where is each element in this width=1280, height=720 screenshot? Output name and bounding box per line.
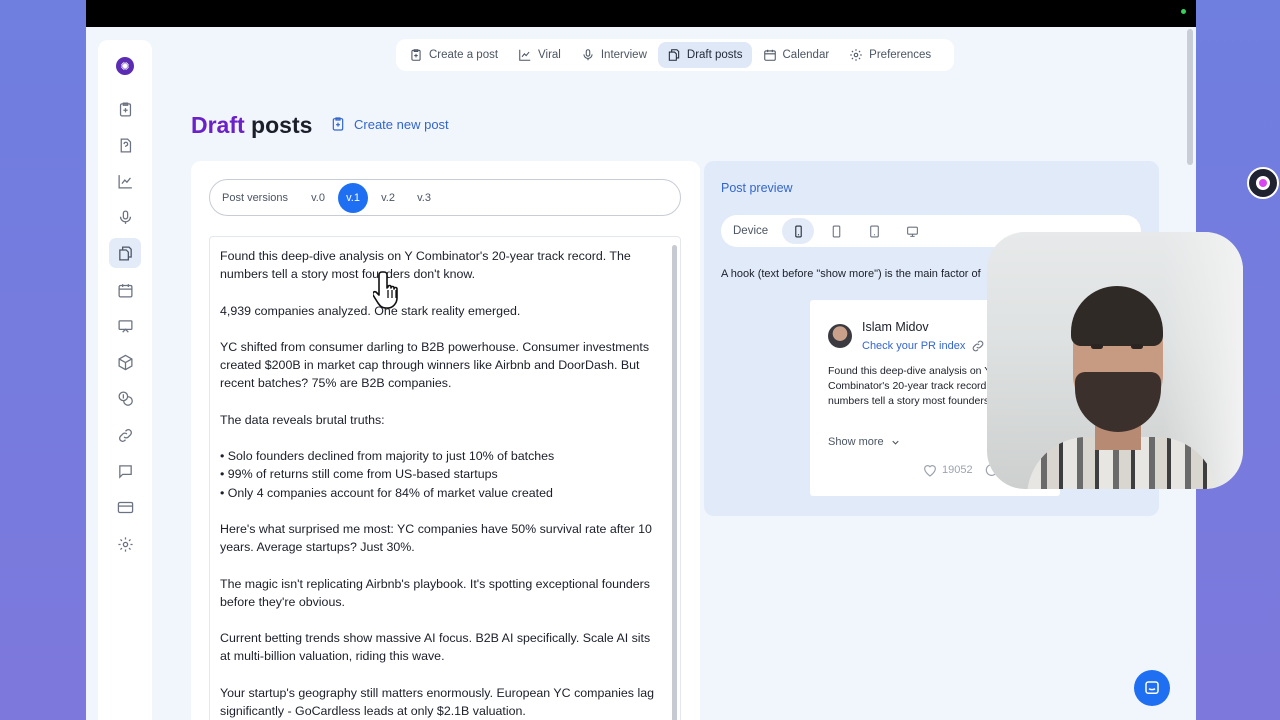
browser-extension-icon[interactable] bbox=[1247, 167, 1279, 199]
post-versions-label: Post versions bbox=[222, 191, 289, 204]
gear-icon bbox=[850, 49, 863, 61]
clipboard-plus-icon bbox=[332, 117, 344, 131]
tab-interview[interactable]: Interview bbox=[572, 42, 656, 68]
page-title-accent: Draft bbox=[191, 112, 245, 138]
page-scrollbar[interactable] bbox=[1187, 29, 1193, 165]
clipboard-plus-icon bbox=[411, 49, 421, 61]
draft-paragraph: The magic isn't replicating Airbnb's pla… bbox=[220, 576, 650, 609]
tab-create-a-post[interactable]: Create a post bbox=[400, 42, 507, 68]
tab-label: Preferences bbox=[869, 49, 932, 61]
webcam-eye bbox=[1091, 344, 1103, 349]
webcam-beard bbox=[1075, 372, 1161, 432]
tab-label: Calendar bbox=[782, 49, 830, 61]
chart-line-icon bbox=[519, 49, 531, 61]
top-black-bar bbox=[86, 0, 1196, 27]
heart-icon bbox=[924, 465, 936, 477]
webcam-hair bbox=[1071, 286, 1163, 346]
sidebar-cube-icon[interactable] bbox=[109, 347, 141, 377]
avatar bbox=[828, 324, 852, 348]
chat-bubble-icon bbox=[1145, 681, 1159, 694]
webcam-eye bbox=[1131, 344, 1143, 349]
tab-label: Draft posts bbox=[686, 49, 743, 61]
draft-paragraph: YC shifted from consumer darling to B2B … bbox=[220, 339, 650, 391]
tab-draft-posts[interactable]: Draft posts bbox=[657, 42, 752, 68]
device-phone-large-icon[interactable] bbox=[820, 218, 852, 244]
sidebar-create-post-icon[interactable] bbox=[109, 94, 141, 124]
device-phone-icon[interactable] bbox=[782, 218, 815, 244]
draft-paragraph: Your startup's geography still matters e… bbox=[220, 685, 654, 718]
hook-hint-text: A hook (text before "show more") is the … bbox=[721, 268, 981, 280]
sidebar-microphone-icon[interactable] bbox=[109, 202, 141, 232]
device-desktop-icon[interactable] bbox=[896, 218, 928, 244]
likes-count: 19052 bbox=[942, 464, 973, 476]
page-title-rest: posts bbox=[244, 112, 313, 138]
draft-paragraph: Here's what surprised me most: YC compan… bbox=[220, 521, 652, 555]
tab-label: Interview bbox=[600, 49, 647, 61]
sidebar-calendar-icon[interactable] bbox=[109, 275, 141, 305]
top-navigation: Create a post Viral Interview Draft post… bbox=[396, 39, 954, 71]
documents-icon bbox=[668, 49, 680, 61]
draft-editor-card: Post versions v.0 v.1 v.2 v.3 Found this… bbox=[191, 161, 700, 720]
draft-paragraph: Found this deep-dive analysis on Y Combi… bbox=[220, 249, 631, 282]
version-v1-button[interactable]: v.1 bbox=[338, 182, 369, 213]
tab-viral[interactable]: Viral bbox=[509, 42, 570, 68]
post-preview-title: Post preview bbox=[721, 181, 793, 195]
create-new-post-label: Create new post bbox=[354, 116, 449, 132]
sidebar-documents-icon[interactable] bbox=[109, 238, 141, 268]
camera-indicator-dot bbox=[1181, 9, 1186, 14]
device-label: Device bbox=[733, 225, 769, 237]
sidebar: ✺ bbox=[98, 40, 152, 720]
draft-paragraph: Current betting trends show massive AI f… bbox=[220, 631, 651, 664]
draft-text-area[interactable]: Found this deep-dive analysis on Y Combi… bbox=[209, 236, 681, 720]
author-subtitle-text: Check your PR index bbox=[862, 340, 966, 352]
draft-paragraph: 4,939 companies analyzed. One stark real… bbox=[220, 303, 521, 318]
version-v3-button[interactable]: v.3 bbox=[408, 183, 440, 213]
sidebar-settings-icon[interactable] bbox=[109, 529, 141, 559]
microphone-icon bbox=[583, 49, 593, 61]
sidebar-link-icon[interactable] bbox=[109, 420, 141, 450]
tab-label: Viral bbox=[538, 49, 561, 61]
version-v0-button[interactable]: v.0 bbox=[302, 183, 334, 213]
author-subtitle[interactable]: Check your PR index bbox=[862, 339, 985, 353]
link-icon bbox=[973, 340, 984, 352]
sidebar-question-icon[interactable] bbox=[109, 130, 141, 160]
tab-preferences[interactable]: Preferences bbox=[840, 42, 940, 68]
sidebar-presentation-icon[interactable] bbox=[109, 311, 141, 341]
webcam-overlay bbox=[987, 232, 1243, 489]
create-new-post-button[interactable]: Create new post bbox=[330, 116, 449, 132]
show-more-label: Show more bbox=[828, 436, 884, 448]
draft-paragraph: • Solo founders declined from majority t… bbox=[220, 449, 555, 500]
device-tablet-icon[interactable] bbox=[858, 218, 890, 244]
chevron-down-icon bbox=[892, 440, 899, 445]
sidebar-chart-icon[interactable] bbox=[109, 166, 141, 196]
sidebar-coins-icon[interactable] bbox=[109, 383, 141, 413]
sidebar-credit-card-icon[interactable] bbox=[109, 492, 141, 522]
app-logo-icon[interactable]: ✺ bbox=[116, 57, 134, 75]
author-name: Islam Midov bbox=[862, 320, 929, 334]
page-title: Draft posts bbox=[191, 112, 312, 139]
calendar-icon bbox=[763, 49, 776, 61]
sidebar-chat-icon[interactable] bbox=[109, 456, 141, 486]
tab-calendar[interactable]: Calendar bbox=[754, 42, 839, 68]
support-chat-button[interactable] bbox=[1134, 670, 1170, 706]
draft-scrollbar[interactable] bbox=[672, 245, 677, 720]
tab-label: Create a post bbox=[429, 49, 499, 61]
show-more-button[interactable]: Show more bbox=[828, 436, 901, 448]
post-versions-selector: Post versions v.0 v.1 v.2 v.3 bbox=[209, 179, 681, 216]
version-v2-button[interactable]: v.2 bbox=[372, 183, 404, 213]
draft-paragraph: The data reveals brutal truths: bbox=[220, 412, 385, 427]
hand-cursor-icon bbox=[373, 271, 398, 309]
